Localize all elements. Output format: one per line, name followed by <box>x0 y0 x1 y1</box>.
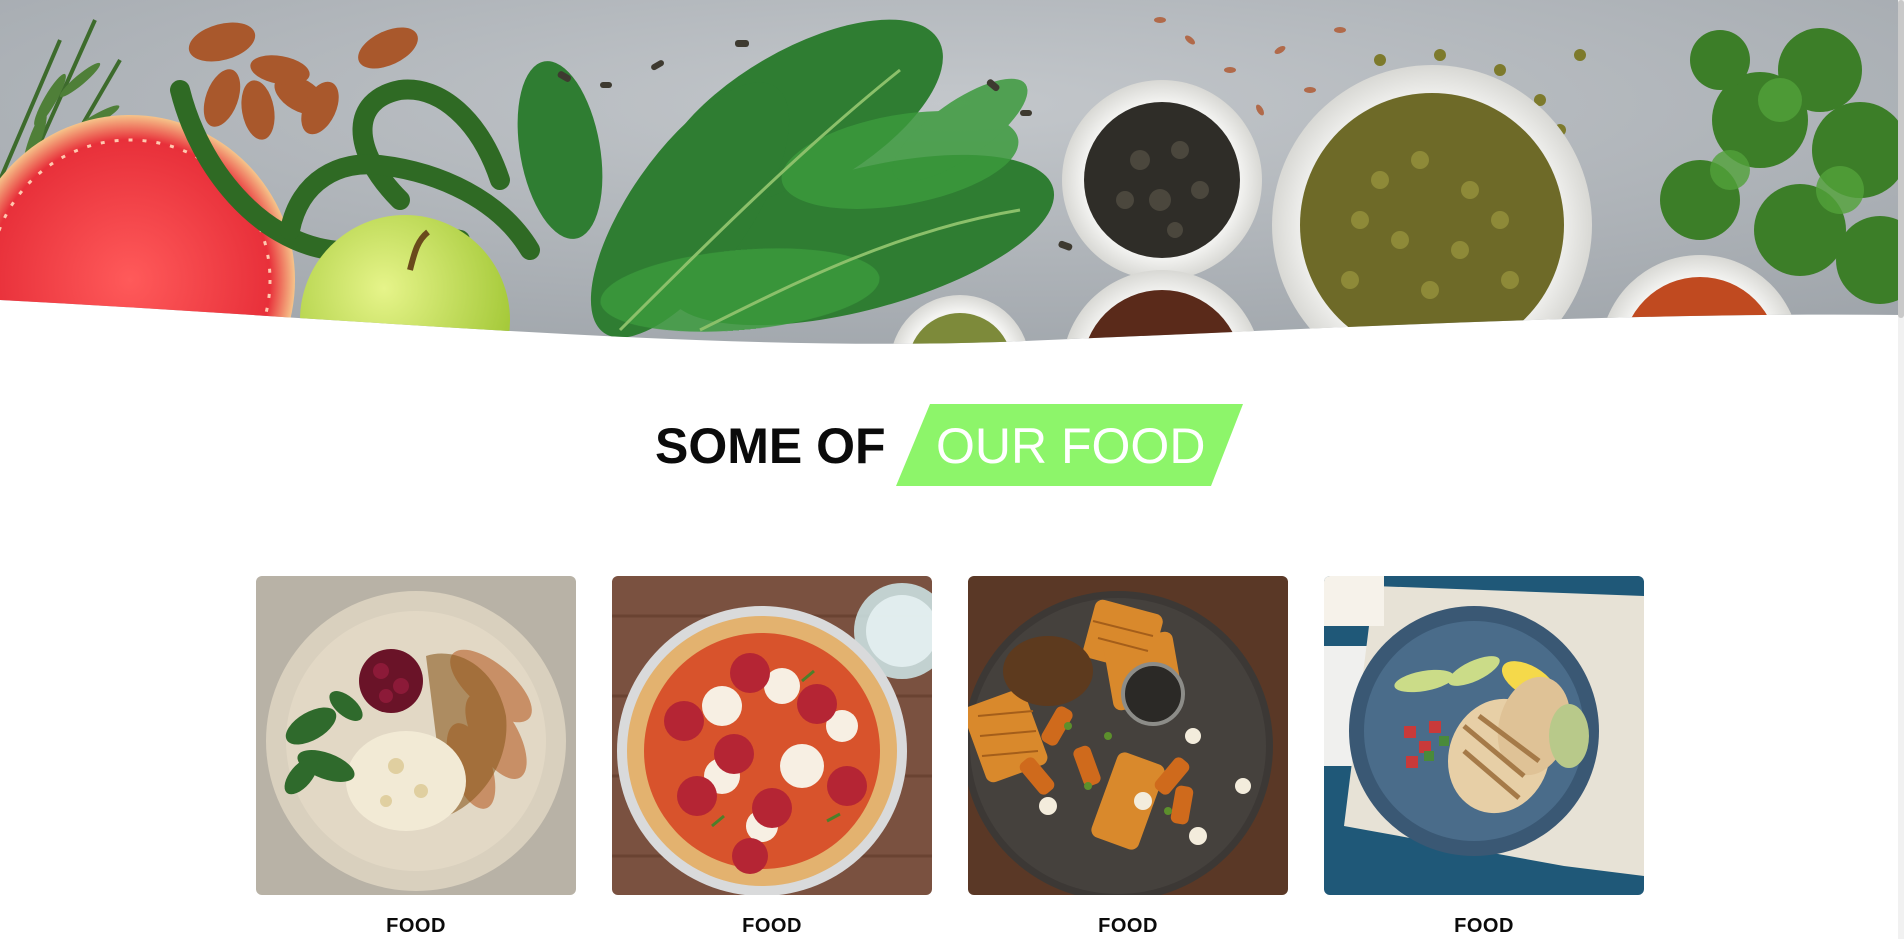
food-image[interactable] <box>1324 576 1644 895</box>
food-label: FOOD <box>742 915 802 937</box>
roast-turkey-plate-image <box>256 576 576 895</box>
chicken-salad-bowl-image <box>1324 576 1644 895</box>
hero-image <box>0 0 1904 344</box>
page: SOME OF OUR FOOD FOOD FOOD FOOD FOOD <box>0 0 1904 939</box>
food-label: FOOD <box>386 915 446 937</box>
food-card[interactable]: FOOD <box>968 576 1288 939</box>
food-label: FOOD <box>1098 915 1158 937</box>
food-image[interactable] <box>256 576 576 895</box>
heading-text-accent: OUR FOOD <box>936 418 1206 474</box>
waffles-plate-image <box>968 576 1288 895</box>
food-grid: FOOD FOOD FOOD FOOD <box>0 576 1904 939</box>
pepperoni-pizza-image <box>612 576 932 895</box>
section-heading: SOME OF OUR FOOD <box>0 404 1904 486</box>
food-card[interactable]: FOOD <box>256 576 576 939</box>
food-card[interactable]: FOOD <box>612 576 932 939</box>
food-image[interactable] <box>612 576 932 895</box>
hero-banner <box>0 0 1904 345</box>
food-image[interactable] <box>968 576 1288 895</box>
food-label: FOOD <box>1454 915 1514 937</box>
food-card[interactable]: FOOD <box>1324 576 1644 939</box>
heading-text-primary: SOME OF <box>655 418 886 474</box>
scrollbar-thumb[interactable] <box>1898 0 1904 318</box>
